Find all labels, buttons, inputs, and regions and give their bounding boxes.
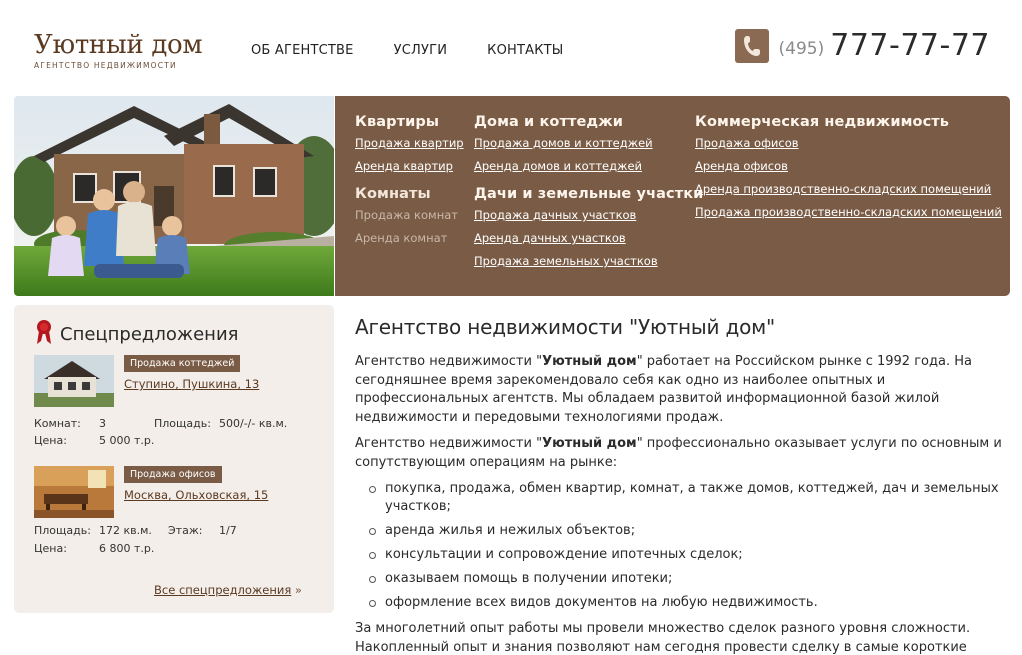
logo-subtitle: АГЕНТСТВО НЕДВИЖИМОСТИ xyxy=(34,61,177,70)
link-sell-houses[interactable]: Продажа домов и коттеджей xyxy=(474,136,703,151)
special-offers-title: Спецпредложения xyxy=(60,323,239,345)
services-brand: Уютный дом xyxy=(542,436,637,451)
services-text-a: Агентство недвижимости " xyxy=(355,436,543,451)
intro-brand: Уютный дом xyxy=(542,354,637,369)
intro-paragraph: Агентство недвижимости "Уютный дом" рабо… xyxy=(355,353,1005,427)
offer-rooms-value: 3 xyxy=(99,417,106,430)
phone-number[interactable]: 777-77-77 xyxy=(830,28,990,63)
special-offers-sidebar: Спецпредложения Продажа коттеджей Ступин… xyxy=(14,305,334,613)
all-offers-row: Все спецпредложения » xyxy=(154,583,302,597)
offer-price-value: 5 000 т.р. xyxy=(99,434,155,447)
logo-title: Уютный дом xyxy=(34,30,203,60)
services-list: покупка, продажа, обмен квартир, комнат,… xyxy=(369,480,1005,612)
menu-heading-land[interactable]: Дачи и земельные участки xyxy=(474,186,703,202)
list-item: консультации и сопровождение ипотечных с… xyxy=(369,546,1005,564)
offer-cottage-thumbnail[interactable] xyxy=(34,355,114,407)
page-title: Агентство недвижимости "Уютный дом" xyxy=(355,315,776,339)
link-rent-apartments[interactable]: Аренда квартир xyxy=(355,159,464,174)
menu-heading-commercial[interactable]: Коммерческая недвижимость xyxy=(695,114,1002,130)
offer-area-value: 500/-/- кв.м. xyxy=(219,417,288,430)
services-paragraph: Агентство недвижимости "Уютный дом" проф… xyxy=(355,435,1005,472)
category-menu-panel: Квартиры Продажа квартир Аренда квартир … xyxy=(335,96,1010,296)
offer-rooms-label: Комнат: xyxy=(34,417,81,430)
phone-code: (495) xyxy=(778,38,825,59)
offer-floor-label: Этаж: xyxy=(168,524,203,537)
menu-heading-rooms[interactable]: Комнаты xyxy=(355,186,464,202)
offer-tag: Продажа офисов xyxy=(124,466,222,483)
list-item: оформление всех видов документов на любу… xyxy=(369,594,1005,612)
phone-icon xyxy=(734,28,769,63)
offer-price-value: 6 800 т.р. xyxy=(99,542,155,555)
intro-text-a: Агентство недвижимости " xyxy=(355,354,543,369)
nav-services[interactable]: УСЛУГИ xyxy=(394,43,448,58)
link-rent-offices[interactable]: Аренда офисов xyxy=(695,159,1002,174)
nav-contacts[interactable]: КОНТАКТЫ xyxy=(487,43,563,58)
ribbon-award-icon xyxy=(36,319,52,349)
link-sell-warehouses[interactable]: Продажа производственно-складских помеще… xyxy=(695,205,1002,220)
all-offers-link[interactable]: Все спецпредложения xyxy=(154,583,291,597)
link-sell-offices[interactable]: Продажа офисов xyxy=(695,136,1002,151)
menu-col-houses: Дома и коттеджи Продажа домов и коттедже… xyxy=(474,114,703,277)
offer-address-link[interactable]: Ступино, Пушкина, 13 xyxy=(124,377,259,391)
offer-floor-value: 1/7 xyxy=(219,524,237,537)
link-sell-dacha-plots[interactable]: Продажа дачных участков xyxy=(474,208,703,223)
main-nav: ОБ АГЕНТСТВЕ УСЛУГИ КОНТАКТЫ xyxy=(251,43,563,58)
logo[interactable]: Уютный дом АГЕНТСТВО НЕДВИЖИМОСТИ xyxy=(34,30,203,70)
phone-block: (495) 777-77-77 xyxy=(734,28,990,63)
nav-about[interactable]: ОБ АГЕНТСТВЕ xyxy=(251,43,354,58)
link-rent-houses[interactable]: Аренда домов и коттеджей xyxy=(474,159,703,174)
offer-area-label: Площадь: xyxy=(34,524,91,537)
menu-heading-houses[interactable]: Дома и коттеджи xyxy=(474,114,703,130)
menu-heading-apartments[interactable]: Квартиры xyxy=(355,114,464,130)
hero-family-house-photo xyxy=(14,96,334,296)
offer-area-label: Площадь: xyxy=(154,417,211,430)
arrow-right-icon: » xyxy=(294,583,302,597)
offer-price-label: Цена: xyxy=(34,542,67,555)
menu-col-commercial: Коммерческая недвижимость Продажа офисов… xyxy=(695,114,1002,228)
link-rent-dacha-plots[interactable]: Аренда дачных участков xyxy=(474,231,703,246)
list-item: оказываем помощь в получении ипотеки; xyxy=(369,570,1005,588)
offer-office-thumbnail[interactable] xyxy=(34,466,114,518)
experience-paragraph: За многолетний опыт работы мы провели мн… xyxy=(355,621,971,655)
special-offers-header: Спецпредложения xyxy=(36,319,238,349)
offer-tag: Продажа коттеджей xyxy=(124,355,241,372)
offer-price-label: Цена: xyxy=(34,434,67,447)
menu-col-apartments: Квартиры Продажа квартир Аренда квартир … xyxy=(355,114,464,254)
list-item: аренда жилья и нежилых объектов; xyxy=(369,522,1005,540)
link-rent-warehouses[interactable]: Аренда производственно-складских помещен… xyxy=(695,182,1002,197)
link-sell-apartments[interactable]: Продажа квартир xyxy=(355,136,464,151)
list-item: покупка, продажа, обмен квартир, комнат,… xyxy=(369,480,1005,516)
main-content: Агентство недвижимости "Уютный дом" Аген… xyxy=(355,315,1005,655)
offer-area-value: 172 кв.м. xyxy=(99,524,152,537)
link-sell-rooms[interactable]: Продажа комнат xyxy=(355,208,464,223)
link-rent-rooms[interactable]: Аренда комнат xyxy=(355,231,464,246)
offer-address-link[interactable]: Москва, Ольховская, 15 xyxy=(124,488,268,502)
link-sell-land-plots[interactable]: Продажа земельных участков xyxy=(474,254,703,269)
